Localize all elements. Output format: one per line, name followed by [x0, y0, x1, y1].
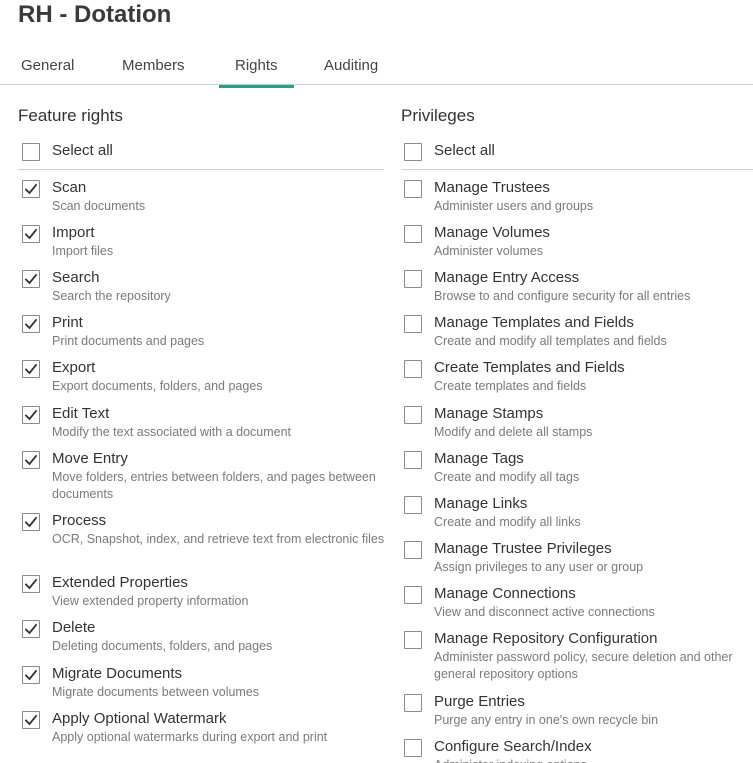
feature-search-description: Search the repository — [52, 289, 171, 303]
feature-process-description: OCR, Snapshot, index, and retrieve text … — [52, 532, 385, 546]
feature-print-checkbox[interactable] — [22, 315, 40, 333]
privileges-title: Privileges — [401, 106, 475, 125]
feature-extended-properties-label: Extended Properties — [52, 574, 188, 591]
feature-import-label: Import — [52, 224, 95, 241]
feature-export-label: Export — [52, 359, 96, 376]
feature-move-entry-label: Move Entry — [52, 450, 128, 467]
privilege-manage-repository-configuration-checkbox[interactable] — [404, 631, 422, 649]
privilege-manage-connections-checkbox[interactable] — [404, 586, 422, 604]
privilege-configure-search-index-label: Configure Search/Index — [434, 738, 592, 755]
feature-rights-select-all-label: Select all — [52, 142, 113, 159]
privilege-manage-templates-and-fields-description: Create and modify all templates and fiel… — [434, 334, 667, 348]
privilege-manage-trustees-label: Manage Trustees — [434, 179, 550, 196]
privilege-manage-volumes-label: Manage Volumes — [434, 224, 550, 241]
feature-scan-checkbox[interactable] — [22, 180, 40, 198]
feature-rights-title: Feature rights — [18, 106, 123, 125]
feature-print-label: Print — [52, 314, 83, 331]
feature-move-entry-description: Move folders, entries between folders, a… — [52, 470, 376, 501]
feature-import-checkbox[interactable] — [22, 225, 40, 243]
feature-migrate-documents-description: Migrate documents between volumes — [52, 685, 260, 699]
feature-extended-properties-checkbox[interactable] — [22, 575, 40, 593]
privilege-purge-entries-label: Purge Entries — [434, 693, 525, 710]
privilege-create-templates-and-fields-label: Create Templates and Fields — [434, 359, 625, 376]
privilege-manage-templates-and-fields-checkbox[interactable] — [404, 315, 422, 333]
feature-apply-optional-watermark-checkbox[interactable] — [22, 711, 40, 729]
privilege-manage-stamps-label: Manage Stamps — [434, 405, 544, 422]
privilege-configure-search-index-description: Administer indexing options — [434, 757, 750, 763]
feature-scan-description: Scan documents — [52, 199, 146, 213]
privilege-manage-links-label: Manage Links — [434, 495, 528, 512]
feature-scan-label: Scan — [52, 179, 87, 196]
feature-export-description: Export documents, folders, and pages — [52, 379, 263, 393]
feature-search-label: Search — [52, 269, 100, 286]
tab-rights[interactable]: Rights — [219, 57, 293, 88]
privilege-manage-repository-configuration-label: Manage Repository Configuration — [434, 630, 658, 647]
feature-export-checkbox[interactable] — [22, 360, 40, 378]
privilege-manage-entry-access-label: Manage Entry Access — [434, 269, 580, 286]
privilege-manage-trustees-checkbox[interactable] — [404, 180, 422, 198]
feature-rights-select-all-checkbox[interactable] — [22, 143, 40, 161]
privilege-manage-entry-access-description: Browse to and configure security for all… — [434, 289, 691, 303]
page-title: RH - Dotation — [18, 1, 172, 28]
feature-process-checkbox[interactable] — [22, 513, 40, 531]
privilege-manage-templates-and-fields-label: Manage Templates and Fields — [434, 314, 634, 331]
privileges-select-all-label: Select all — [434, 142, 495, 159]
privilege-manage-tags-checkbox[interactable] — [404, 451, 422, 469]
feature-apply-optional-watermark-label: Apply Optional Watermark — [52, 710, 227, 727]
privileges-divider — [401, 169, 753, 170]
tab-auditing[interactable]: Auditing — [324, 57, 378, 75]
privilege-create-templates-and-fields-checkbox[interactable] — [404, 360, 422, 378]
feature-edit-text-label: Edit Text — [52, 405, 110, 422]
feature-print-description: Print documents and pages — [52, 334, 205, 348]
tab-general[interactable]: General — [21, 57, 74, 75]
feature-edit-text-checkbox[interactable] — [22, 406, 40, 424]
privilege-manage-volumes-description: Administer volumes — [434, 244, 544, 258]
privilege-manage-entry-access-checkbox[interactable] — [404, 270, 422, 288]
privilege-manage-links-description: Create and modify all links — [434, 515, 581, 529]
privilege-manage-trustees-description: Administer users and groups — [434, 199, 594, 213]
privilege-manage-connections-description: View and disconnect active connections — [434, 605, 655, 619]
privilege-manage-tags-label: Manage Tags — [434, 450, 524, 467]
feature-migrate-documents-label: Migrate Documents — [52, 665, 183, 682]
privilege-manage-stamps-description: Modify and delete all stamps — [434, 425, 593, 439]
feature-apply-optional-watermark-description: Apply optional watermarks during export … — [52, 730, 328, 744]
tab-members[interactable]: Members — [122, 57, 185, 75]
privilege-manage-trustee-privileges-description: Assign privileges to any user or group — [434, 560, 644, 574]
feature-migrate-documents-checkbox[interactable] — [22, 666, 40, 684]
feature-edit-text-description: Modify the text associated with a docume… — [52, 425, 292, 439]
feature-delete-description: Deleting documents, folders, and pages — [52, 639, 273, 653]
privilege-create-templates-and-fields-description: Create templates and fields — [434, 379, 587, 393]
privilege-manage-repository-configuration-description: Administer password policy, secure delet… — [434, 650, 733, 681]
privilege-manage-trustee-privileges-label: Manage Trustee Privileges — [434, 540, 612, 557]
feature-delete-checkbox[interactable] — [22, 620, 40, 638]
feature-extended-properties-description: View extended property information — [52, 594, 249, 608]
tab-bar: General Members Rights Auditing — [0, 50, 753, 88]
privilege-manage-stamps-checkbox[interactable] — [404, 406, 422, 424]
feature-import-description: Import files — [52, 244, 114, 258]
feature-move-entry-checkbox[interactable] — [22, 451, 40, 469]
privilege-configure-search-index-checkbox[interactable] — [404, 739, 422, 757]
privilege-purge-entries-description: Purge any entry in one's own recycle bin — [434, 713, 659, 727]
feature-search-checkbox[interactable] — [22, 270, 40, 288]
privileges-select-all-checkbox[interactable] — [404, 143, 422, 161]
feature-process-label: Process — [52, 512, 107, 529]
privilege-manage-tags-description: Create and modify all tags — [434, 470, 580, 484]
privilege-manage-volumes-checkbox[interactable] — [404, 225, 422, 243]
privilege-manage-links-checkbox[interactable] — [404, 496, 422, 514]
feature-rights-divider — [18, 169, 384, 170]
privilege-purge-entries-checkbox[interactable] — [404, 694, 422, 712]
privilege-manage-trustee-privileges-checkbox[interactable] — [404, 541, 422, 559]
feature-delete-label: Delete — [52, 619, 96, 636]
privilege-manage-connections-label: Manage Connections — [434, 585, 576, 602]
